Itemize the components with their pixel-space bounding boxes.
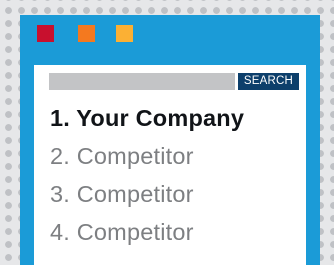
result-item-3[interactable]: 3. Competitor <box>50 175 244 213</box>
browser-window: SEARCH 1. Your Company 2. Competitor 3. … <box>20 15 320 265</box>
yellow-square-control[interactable] <box>116 25 133 42</box>
orange-square-control[interactable] <box>78 25 95 42</box>
search-results-panel: SEARCH 1. Your Company 2. Competitor 3. … <box>34 65 306 265</box>
result-item-1[interactable]: 1. Your Company <box>50 99 244 137</box>
search-bar: SEARCH <box>49 73 299 90</box>
result-item-2[interactable]: 2. Competitor <box>50 137 244 175</box>
search-input[interactable] <box>49 73 235 90</box>
window-titlebar <box>20 15 320 60</box>
search-button[interactable]: SEARCH <box>238 73 299 90</box>
results-list: 1. Your Company 2. Competitor 3. Competi… <box>50 99 244 251</box>
result-item-4[interactable]: 4. Competitor <box>50 213 244 251</box>
red-square-control[interactable] <box>37 25 54 42</box>
